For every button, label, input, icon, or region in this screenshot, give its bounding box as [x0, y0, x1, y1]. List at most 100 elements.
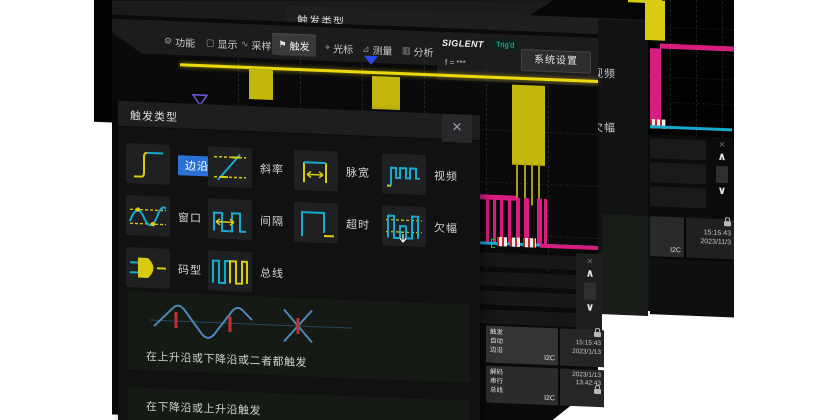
date-readout: 2023/1/13: [572, 348, 601, 356]
gear-icon: ⚙: [164, 36, 172, 47]
magenta-spike: [493, 197, 496, 243]
status-descriptor-area: 触发 自动 边沿 I2C 15:15:43 2023/1/13 解码 串行 总线…: [486, 326, 604, 411]
cursor-icon: ⌖: [325, 42, 330, 53]
decode-status-cell: 解码 串行 总线 I2C: [486, 366, 558, 406]
scroll-up-icon[interactable]: ∧: [579, 267, 601, 281]
magenta-spike: [486, 197, 489, 243]
trigger-status-badge: Trig'd: [493, 39, 517, 51]
lock-icon: [594, 332, 601, 337]
menu-label: 采样: [252, 37, 272, 53]
yellow-pulse: [249, 68, 273, 100]
yellow-burst: [512, 85, 545, 166]
video-trigger-icon: [382, 153, 426, 195]
trigger-item-label: 脉宽: [346, 164, 370, 181]
next-description-panel: 在下降沿或上升沿触发: [128, 387, 470, 420]
panel-row[interactable]: [650, 162, 706, 184]
decode-clock-cell: 2023/1/13 13:42:43: [560, 368, 604, 407]
next-trigger-description: 在下降沿或上升沿触发: [146, 398, 261, 419]
pattern-trigger-icon: [126, 247, 170, 289]
panel-row[interactable]: [650, 186, 706, 208]
scroll-down-icon[interactable]: ∨: [579, 301, 601, 315]
pulse-width-trigger-icon: [294, 150, 338, 192]
trigger-item-pattern[interactable]: 码型: [126, 247, 202, 290]
back-status-cell: I2C: [650, 216, 684, 257]
window-trigger-icon: [126, 195, 170, 237]
trigger-description: 在上升沿或下降沿或二者都触发: [146, 348, 307, 370]
back-status-box[interactable]: I2C 15:15:43 2023/11/3: [650, 216, 734, 259]
magenta-spike: [537, 199, 542, 245]
close-icon[interactable]: ×: [711, 139, 733, 152]
decode-marker: [497, 237, 507, 246]
dialog-close-icon[interactable]: ×: [442, 114, 472, 143]
back-clock-cell: 15:15:43 2023/11/3: [686, 218, 734, 260]
runt-trigger-icon: [382, 205, 426, 247]
decode-status-box[interactable]: 解码 串行 总线 I2C 2023/1/13 13:42:43: [486, 366, 604, 408]
measure-icon: ⊿: [362, 44, 370, 55]
trigger-item-bus[interactable]: 总线: [208, 250, 284, 293]
trigger-item-pulse-width[interactable]: 脉宽: [294, 150, 370, 193]
menu-item-analysis[interactable]: ▥ 分析: [402, 43, 434, 59]
trigger-item-timeout[interactable]: 超时: [294, 202, 370, 245]
decode-marker: [510, 237, 520, 246]
skewed-scene: 触发类型 × 视频 欠幅 × ∧ ∨ I2C: [0, 0, 840, 420]
timeout-trigger-icon: [294, 202, 338, 244]
display-icon: ▢: [206, 37, 215, 48]
date-readout: 2023/1/13: [572, 371, 601, 379]
acquire-wave-icon: ∿: [241, 39, 249, 50]
menu-item-display[interactable]: ▢ 显示: [206, 35, 238, 51]
menu-label: 分析: [414, 44, 434, 60]
grid-line: [548, 66, 549, 272]
scrollbar-thumb[interactable]: [716, 166, 728, 183]
scroll-up-icon[interactable]: ∧: [711, 151, 733, 165]
clock-cell: 15:15:43 2023/1/13: [560, 328, 604, 367]
composite-screenshot: 触发类型 × 视频 欠幅 × ∧ ∨ I2C: [0, 0, 840, 420]
trigger-item-label: 窗口: [178, 209, 202, 226]
back-bottom-panel: [650, 258, 734, 317]
trigger-item-label: 超时: [346, 216, 370, 233]
decode-start-bracket: [491, 239, 495, 248]
bus-trigger-icon: [208, 250, 252, 292]
trigger-flag-icon: ⚑: [278, 39, 286, 50]
trigger-type-dialog: 触发类型 × 边沿 斜率 脉宽: [118, 101, 480, 420]
edge-trigger-illustration: [146, 296, 356, 352]
menu-item-utility[interactable]: ⚙ 功能: [164, 34, 195, 50]
yellow-pulse: [372, 76, 400, 110]
back-side-panel: × ∧ ∨: [648, 134, 734, 219]
magenta-spike: [544, 199, 547, 245]
slope-trigger-icon: [208, 146, 252, 188]
bus-badge: I2C: [544, 395, 555, 402]
back-magenta-pulse: [650, 48, 661, 127]
yellow-burst-line: [531, 163, 533, 205]
close-icon[interactable]: ×: [579, 255, 601, 268]
scrollbar-thumb[interactable]: [584, 282, 596, 299]
menu-label: 触发: [290, 37, 310, 53]
panel-row[interactable]: [650, 138, 706, 160]
menu-label: 光标: [333, 40, 353, 56]
menu-item-cursors[interactable]: ⌖ 光标: [325, 40, 353, 56]
trigger-position-marker[interactable]: [364, 56, 378, 66]
trigger-item-label: 总线: [260, 264, 284, 281]
back-scroll-column: × ∧ ∨: [711, 139, 733, 199]
scroll-down-icon[interactable]: ∨: [711, 185, 733, 199]
trigger-item-slope[interactable]: 斜率: [208, 146, 284, 189]
menu-item-trigger[interactable]: ⚑ 触发: [272, 33, 316, 57]
trigger-item-interval[interactable]: 间隔: [208, 198, 284, 241]
trigger-description-panel: 在上升沿或下降沿或二者都触发: [128, 291, 470, 383]
trigger-item-window[interactable]: 窗口: [126, 195, 202, 238]
trigger-item-edge[interactable]: 边沿: [126, 143, 216, 187]
back-peek-label-runt: 欠幅: [598, 119, 616, 136]
menu-item-acquire[interactable]: ∿ 采样: [241, 37, 272, 53]
trigger-item-label: 视频: [434, 167, 458, 184]
lock-icon: [594, 389, 601, 394]
back-description-panel: [602, 214, 648, 316]
trigger-item-runt[interactable]: 欠幅: [382, 205, 458, 248]
trigger-item-video[interactable]: 视频: [382, 153, 458, 196]
back-date: 2023/11/3: [700, 238, 731, 246]
trigger-item-label: 间隔: [260, 212, 284, 229]
trigger-status-cell: 触发 自动 边沿 I2C: [486, 326, 558, 366]
trigger-item-label: 欠幅: [434, 219, 458, 236]
bus-badge: I2C: [544, 355, 555, 362]
back-time: 15:15:43: [704, 229, 731, 237]
trigger-status-box[interactable]: 触发 自动 边沿 I2C 15:15:43 2023/1/13: [486, 326, 604, 368]
analysis-icon: ▥: [402, 45, 411, 56]
